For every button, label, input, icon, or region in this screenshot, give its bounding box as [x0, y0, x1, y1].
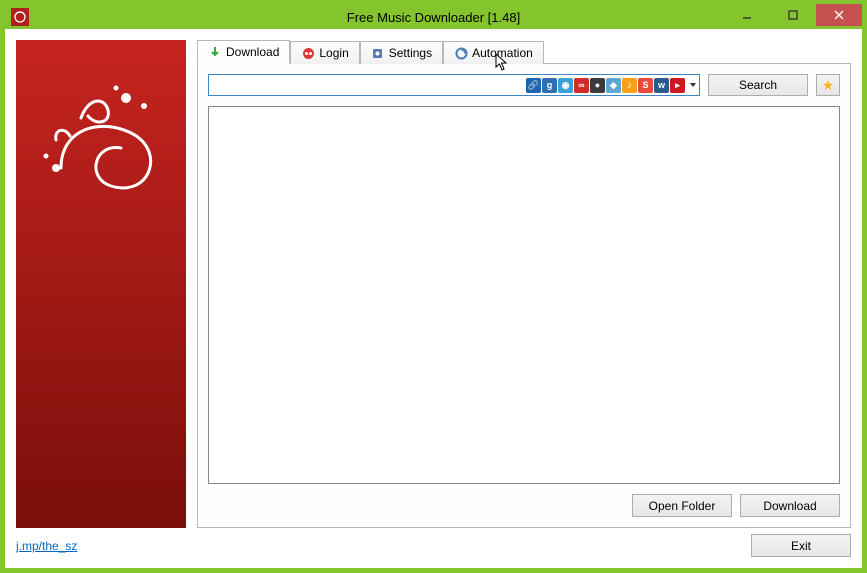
tab-content: 🔗g◉∞●◆♪Sw▸ Search ★ Open Folder Download: [197, 63, 851, 528]
star-icon: ★: [822, 77, 835, 94]
source-icon-soundcloud[interactable]: ◉: [558, 78, 573, 93]
favorite-button[interactable]: ★: [816, 74, 840, 96]
source-icon-vk[interactable]: w: [654, 78, 669, 93]
search-button[interactable]: Search: [708, 74, 808, 96]
source-icon-youtube[interactable]: ▸: [670, 78, 685, 93]
login-icon: [301, 46, 315, 60]
open-folder-button[interactable]: Open Folder: [632, 494, 732, 517]
source-icons: 🔗g◉∞●◆♪Sw▸: [526, 78, 687, 93]
source-icon-jamendo[interactable]: ♪: [622, 78, 637, 93]
tab-automation[interactable]: Automation: [443, 41, 544, 64]
action-row: Open Folder Download: [208, 494, 840, 517]
tab-automation-label: Automation: [472, 46, 533, 60]
settings-icon: [371, 46, 385, 60]
window-title: Free Music Downloader [1.48]: [5, 10, 862, 25]
exit-button[interactable]: Exit: [751, 534, 851, 557]
main-panel: Download Login Settings: [197, 40, 851, 528]
download-button[interactable]: Download: [740, 494, 840, 517]
results-list[interactable]: [208, 106, 840, 484]
tab-login-label: Login: [319, 46, 348, 60]
tab-download[interactable]: Download: [197, 40, 290, 64]
download-arrow-icon: [208, 45, 222, 59]
tab-bar: Download Login Settings: [197, 40, 851, 64]
tab-login[interactable]: Login: [290, 41, 359, 64]
content-area: Download Login Settings: [5, 29, 862, 568]
tab-settings[interactable]: Settings: [360, 41, 443, 64]
source-icon-bandcamp[interactable]: ◆: [606, 78, 621, 93]
search-input-container: 🔗g◉∞●◆♪Sw▸: [208, 74, 700, 96]
sidebar-artwork: [16, 40, 186, 528]
tab-download-label: Download: [226, 45, 279, 59]
sources-dropdown-button[interactable]: [687, 75, 699, 95]
automation-icon: [454, 46, 468, 60]
footer: j.mp/the_sz Exit: [16, 534, 851, 557]
footer-link[interactable]: j.mp/the_sz: [16, 539, 77, 553]
tab-settings-label: Settings: [389, 46, 432, 60]
search-row: 🔗g◉∞●◆♪Sw▸ Search ★: [208, 74, 840, 96]
source-icon-link[interactable]: 🔗: [526, 78, 541, 93]
search-input[interactable]: [209, 75, 526, 95]
source-icon-lastfm[interactable]: ∞: [574, 78, 589, 93]
titlebar[interactable]: Free Music Downloader [1.48]: [5, 5, 862, 29]
source-icon-grooveshark[interactable]: g: [542, 78, 557, 93]
source-icon-songr[interactable]: S: [638, 78, 653, 93]
source-icon-mixcloud[interactable]: ●: [590, 78, 605, 93]
app-window: Free Music Downloader [1.48]: [0, 0, 867, 573]
